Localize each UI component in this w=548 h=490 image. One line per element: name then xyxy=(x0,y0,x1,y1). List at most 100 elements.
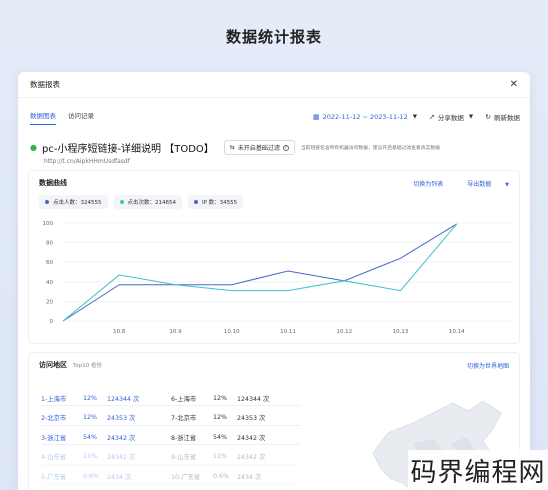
table-row: 1-上海市 12% 124344 次 6-上海市 12% 124344 次 xyxy=(41,389,301,409)
table-row: 5-广东省 0.6% 2434 次 10-广东省 0.6% 2434 次 xyxy=(41,467,301,487)
region-cell: 10-广东省 0.6% 2434 次 xyxy=(171,469,301,485)
y-tick-label: 60 xyxy=(46,260,53,266)
switch-to-list-link[interactable]: 切换为列表 xyxy=(413,179,443,188)
legend-label: 点击人数：324555 xyxy=(53,200,102,206)
region-count: 24353 次 xyxy=(237,415,266,423)
region-pct: 11% xyxy=(83,453,97,461)
refresh-button[interactable]: ↻ 刷新数据 xyxy=(485,112,520,122)
region-cell: 3-浙江省 54% 24342 次 xyxy=(41,430,171,446)
link-title-row: ● pc-小程序短链接-详细说明 【TODO】 ⇆ 未开启基础过滤 ? 当前短链… xyxy=(30,140,520,155)
export-label: 导出数据 xyxy=(467,180,492,188)
region-name: 9-山东省 xyxy=(171,454,197,462)
y-tick-label: 40 xyxy=(46,280,53,286)
y-tick-label: 100 xyxy=(43,221,54,227)
curve-actions: 切换为列表 导出数据 ▼ xyxy=(401,179,509,188)
tab-visit-records[interactable]: 访问记录 xyxy=(68,110,94,124)
region-pct: 12% xyxy=(83,394,97,402)
region-pct: 54% xyxy=(213,433,227,441)
legend-clicks[interactable]: 点击次数：214654 xyxy=(113,195,182,209)
region-name: 8-浙江省 xyxy=(171,434,197,442)
toolbar: ▦ 2022-11-12 ~ 2023-11-12 ▼ ➚ 分享数据 ▼ ↻ 刷… xyxy=(301,112,520,122)
watermark: 码界编程网 xyxy=(408,450,548,490)
x-tick-label: 10.12 xyxy=(336,329,352,335)
region-cell: 1-上海市 12% 124344 次 xyxy=(41,391,171,407)
date-range-value: 2022-11-12 ~ 2023-11-12 xyxy=(322,113,408,121)
modal-header: 数据报表 ✕ xyxy=(18,72,530,98)
share-label: 分享数据 xyxy=(437,114,464,122)
region-count: 24353 次 xyxy=(107,415,136,423)
region-name: 6-上海市 xyxy=(171,395,197,403)
region-header: 访问地区 Top10 省份 切换为世界地图 xyxy=(29,353,519,377)
y-tick-label: 0 xyxy=(50,319,54,325)
legend-ip[interactable]: IP 数：34555 xyxy=(188,195,244,209)
line-chart: 0 20 40 60 80 100 10.8 10.9 10.10 10.11 10.12 10.13… xyxy=(43,221,513,335)
data-curve-card: 数据曲线 切换为列表 导出数据 ▼ 点击人数：324555 点击次数：21465… xyxy=(28,170,520,344)
region-pct: 0.6% xyxy=(83,472,99,480)
help-icon: ? xyxy=(282,144,289,151)
region-name: 4-山东省 xyxy=(41,454,67,462)
region-count: 124344 次 xyxy=(107,395,140,403)
region-pct: 12% xyxy=(213,414,227,422)
region-title-text: 访问地区 xyxy=(39,361,67,369)
region-table: 1-上海市 12% 124344 次 6-上海市 12% 124344 次 2-北京市 12%… xyxy=(41,389,301,487)
region-count: 24342 次 xyxy=(107,434,136,442)
region-cell: 4-山东省 11% 24342 次 xyxy=(41,450,171,465)
x-tick-label: 10.13 xyxy=(393,329,409,335)
share-icon: ➚ xyxy=(429,113,435,121)
region-pct: 12% xyxy=(83,414,97,422)
region-cell: 2-北京市 12% 24353 次 xyxy=(41,411,171,426)
legend-row: 点击人数：324555 点击次数：214654 IP 数：34555 xyxy=(29,195,519,209)
close-icon[interactable]: ✕ xyxy=(510,79,518,90)
region-count: 124344 次 xyxy=(237,395,270,403)
table-row: 2-北京市 12% 24353 次 7-北京市 12% 24353 次 xyxy=(41,409,301,429)
y-tick-label: 20 xyxy=(46,299,53,305)
tab-charts[interactable]: 数据图表 xyxy=(30,110,56,125)
x-tick-label: 10.9 xyxy=(169,329,182,335)
region-count: 24342 次 xyxy=(237,454,266,462)
legend-dot xyxy=(45,200,49,204)
region-name: 10-广东省 xyxy=(171,473,201,481)
legend-visitors[interactable]: 点击人数：324555 xyxy=(39,195,108,209)
share-button[interactable]: ➚ 分享数据 ▼ xyxy=(429,112,473,122)
calendar-icon: ▦ xyxy=(313,113,320,121)
series-line-1 xyxy=(62,223,458,322)
region-subtitle: Top10 省份 xyxy=(73,363,103,369)
wechat-icon: ● xyxy=(30,142,37,152)
refresh-label: 刷新数据 xyxy=(494,114,520,122)
x-tick-label: 10.11 xyxy=(280,329,296,335)
legend-dot xyxy=(119,200,124,204)
region-cell: 6-上海市 12% 124344 次 xyxy=(171,391,301,407)
caret-down-icon: ▼ xyxy=(468,114,474,120)
legend-label: IP 数：34555 xyxy=(202,200,238,206)
link-title: pc-小程序短链接-详细说明 【TODO】 xyxy=(42,144,214,155)
region-pct: 11% xyxy=(213,453,227,461)
link-url[interactable]: http://t.cn/AipkHHmUsdfasdf xyxy=(44,158,130,165)
region-name: 1-上海市 xyxy=(41,395,67,403)
region-title: 访问地区 Top10 省份 xyxy=(39,360,102,370)
region-pct: 12% xyxy=(213,394,227,402)
region-pct: 0.6% xyxy=(213,472,229,480)
region-cell: 5-广东省 0.6% 2434 次 xyxy=(41,469,171,485)
region-cell: 9-山东省 11% 24342 次 xyxy=(171,450,301,465)
caret-down-icon: ▼ xyxy=(412,114,418,120)
region-cell: 8-浙江省 54% 24342 次 xyxy=(171,430,301,446)
swap-icon: ⇆ xyxy=(229,144,235,151)
table-row: 4-山东省 11% 24342 次 9-山东省 11% 24342 次 xyxy=(41,448,301,468)
region-count: 2434 次 xyxy=(237,473,262,481)
legend-label: 点击次数：214654 xyxy=(127,200,177,206)
filter-toggle-button[interactable]: ⇆ 未开启基础过滤 ? xyxy=(223,140,295,155)
region-count: 24342 次 xyxy=(107,454,136,462)
region-cell: 7-北京市 12% 24353 次 xyxy=(171,411,301,426)
switch-world-map-link[interactable]: 切换为世界地图 xyxy=(467,361,509,370)
refresh-icon: ↻ xyxy=(485,113,491,121)
filter-label: 未开启基础过滤 xyxy=(237,145,280,152)
date-range-picker[interactable]: ▦ 2022-11-12 ~ 2023-11-12 ▼ xyxy=(313,113,417,121)
region-name: 2-北京市 xyxy=(41,415,67,423)
region-pct: 54% xyxy=(83,433,97,441)
page-heading: 数据统计报表 xyxy=(225,28,322,46)
series-line-2 xyxy=(62,223,458,322)
export-data-menu[interactable]: 导出数据 ▼ xyxy=(455,179,509,188)
x-tick-label: 10.8 xyxy=(113,329,126,335)
tabs-row: 数据图表 访问记录 ▦ 2022-11-12 ~ 2023-11-12 ▼ ➚ … xyxy=(30,108,520,126)
region-count: 24342 次 xyxy=(237,434,266,442)
